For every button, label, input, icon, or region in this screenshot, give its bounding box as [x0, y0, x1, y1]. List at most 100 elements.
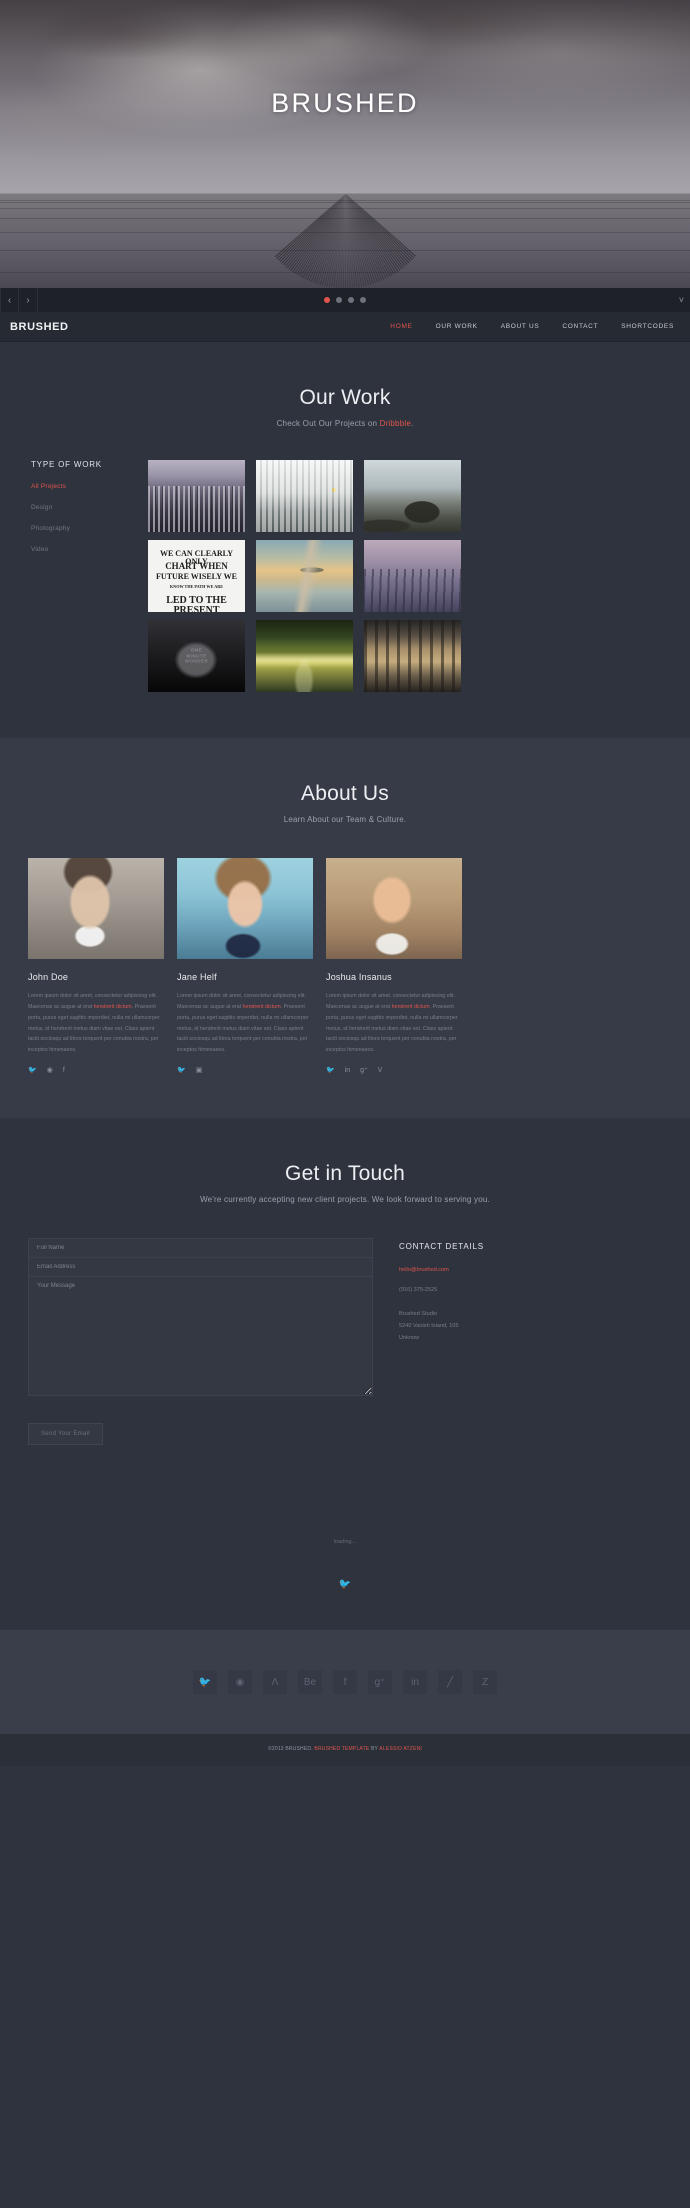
send-email-button[interactable]: Send Your Email — [28, 1423, 103, 1446]
slider-dot-4[interactable] — [360, 297, 366, 303]
team-member: Joshua Insanus Lorem ipsum dolor sit amet… — [326, 858, 462, 1074]
team-member-photo — [28, 858, 164, 959]
team-member: John Doe Lorem ipsum dolor sit amet, cons… — [28, 858, 164, 1074]
contact-form: Send Your Email — [28, 1238, 373, 1446]
googleplus-icon[interactable]: g⁺ — [360, 1067, 368, 1074]
instagram-icon[interactable]: ▣ — [196, 1067, 203, 1074]
team-member-name: John Doe — [28, 972, 69, 982]
hero-title: BRUSHED — [271, 88, 419, 118]
team-list: John Doe Lorem ipsum dolor sit amet, cons… — [28, 858, 662, 1074]
brand-logo[interactable]: BRUSHED — [10, 321, 69, 333]
contact-email-link[interactable]: hello@brushed.com — [399, 1267, 662, 1273]
main-navbar: BRUSHED HOME OUR WORK ABOUT US CONTACT SHORT… — [0, 312, 690, 342]
team-member-name: Jane Helf — [177, 972, 217, 982]
contact-details-heading: CONTACT DETAILS — [399, 1242, 484, 1252]
nav-item-about-us[interactable]: ABOUT US — [501, 323, 540, 330]
address-line-1: Brushed Studio — [399, 1311, 438, 1318]
facebook-icon[interactable]: f — [63, 1067, 65, 1074]
dribbble-icon[interactable]: ◉ — [228, 1670, 252, 1695]
portfolio-item-one-minute-wonder[interactable]: ONE MINUTE WONDER — [148, 620, 245, 692]
team-member-bio: Lorem ipsum dolor sit amet, consectetur … — [28, 991, 164, 1056]
about-us-subtitle: Learn About our Team & Culture. — [283, 815, 407, 824]
filter-video[interactable]: Video — [31, 546, 140, 553]
author-link[interactable]: ALESSIO ATZENI — [379, 1746, 422, 1752]
bio-text-end: . Praesent porta, purus eget sagittis im… — [326, 1003, 458, 1054]
nav-item-home[interactable]: HOME — [390, 323, 412, 330]
filter-list: All Projects Design Photography Video — [31, 483, 140, 553]
portfolio-thumbnail-image — [148, 460, 245, 532]
team-member: Jane Helf Lorem ipsum dolor sit amet, con… — [177, 858, 313, 1074]
vimeo-icon[interactable]: V — [378, 1067, 383, 1074]
bio-highlight[interactable]: hendrerit dictum — [243, 1004, 281, 1010]
nav-item-shortcodes[interactable]: SHORTCODES — [621, 323, 674, 330]
portfolio-item-mountain-peak-climber[interactable] — [364, 460, 461, 532]
forrst-icon[interactable]: Λ — [263, 1670, 287, 1695]
portfolio-item-cityscape-aerial[interactable] — [148, 460, 245, 532]
bio-text-end: . Praesent porta, purus eget sagittis im… — [177, 1003, 309, 1054]
zerply-icon[interactable]: Z — [473, 1670, 497, 1695]
googleplus-icon[interactable]: g⁺ — [368, 1670, 392, 1695]
bio-highlight[interactable]: hendrerit dictum — [94, 1004, 132, 1010]
slider-dot-1[interactable] — [324, 297, 330, 303]
portfolio-thumbnail-image: WE CAN CLEARLY ONLY CHART WHEN FUTURE WISE… — [148, 540, 245, 612]
portfolio-thumbnail-image — [256, 620, 353, 692]
template-link[interactable]: BRUSHED TEMPLATE — [314, 1746, 369, 1752]
twitter-icon[interactable]: 🐦 — [28, 1067, 37, 1074]
contact-layout: Send Your Email CONTACT DETAILS hello@br… — [28, 1238, 662, 1446]
linkedin-icon[interactable]: in — [403, 1670, 427, 1695]
email-address-input[interactable] — [28, 1257, 373, 1278]
poster-line: KNOW THE PATH WE ARE — [169, 583, 224, 589]
portfolio-thumbnail-image — [364, 540, 461, 612]
dribbble-icon[interactable]: ◉ — [47, 1067, 53, 1074]
portfolio-item-typography-poster[interactable]: WE CAN CLEARLY ONLY CHART WHEN FUTURE WISE… — [148, 540, 245, 612]
hero-slider: BRUSHED — [0, 0, 690, 288]
twitter-icon[interactable]: 🐦 — [177, 1067, 186, 1074]
full-name-input[interactable] — [28, 1238, 373, 1259]
filter-all-projects[interactable]: All Projects — [31, 483, 140, 490]
our-work-subtitle-text: Check Out Our Projects on — [276, 419, 380, 428]
copyright-prefix: ©2013 BRUSHED. — [267, 1746, 315, 1753]
our-work-subtitle: Check Out Our Projects on Dribbble. — [0, 419, 690, 428]
bio-highlight[interactable]: hendrerit dictum — [392, 1004, 430, 1010]
work-filter-sidebar: TYPE OF WORK All Projects Design Photograp… — [28, 460, 140, 692]
portfolio-item-wooden-boardwalk[interactable] — [364, 540, 461, 612]
slider-control-bar: ‹ › ˅ — [0, 288, 690, 312]
behance-icon[interactable]: Be — [298, 1670, 322, 1695]
team-member-socials: 🐦 in g⁺ V — [326, 1067, 462, 1074]
nav-item-contact[interactable]: CONTACT — [562, 323, 598, 330]
twitter-icon[interactable]: 🐦 — [326, 1067, 335, 1074]
slider-dot-2[interactable] — [336, 297, 342, 303]
copyright-middle: BY — [369, 1746, 380, 1753]
twitter-icon[interactable]: 🐦 — [193, 1670, 217, 1695]
filter-photography[interactable]: Photography — [31, 525, 140, 532]
linkedin-icon[interactable]: in — [345, 1067, 350, 1074]
our-work-container: TYPE OF WORK All Projects Design Photograp… — [28, 460, 662, 692]
work-layout: TYPE OF WORK All Projects Design Photograp… — [28, 460, 662, 692]
dribbble-link[interactable]: Dribbble — [380, 419, 411, 428]
poster-line: LED TO THE PRESENT — [166, 595, 227, 613]
portfolio-item-lake-pier-sunset[interactable] — [256, 540, 353, 612]
pencil-icon[interactable]: ╱ — [438, 1670, 462, 1695]
portfolio-thumbnail-image — [364, 460, 461, 532]
our-work-title: Our Work — [299, 386, 391, 409]
facebook-icon[interactable]: f — [333, 1670, 357, 1695]
slider-collapse-toggle[interactable]: ˅ — [679, 295, 684, 305]
slider-dot-3[interactable] — [348, 297, 354, 303]
team-member-name: Joshua Insanus — [326, 972, 392, 982]
message-textarea[interactable] — [28, 1276, 373, 1397]
team-member-socials: 🐦 ▣ — [177, 1067, 313, 1074]
poster-line: FUTURE WISELY WE — [156, 572, 237, 581]
contact-container: Send Your Email CONTACT DETAILS hello@br… — [28, 1238, 662, 1446]
portfolio-item-corridor-perspective[interactable] — [364, 620, 461, 692]
nav-item-our-work[interactable]: OUR WORK — [436, 323, 478, 330]
portfolio-thumbnail-image — [256, 460, 353, 532]
address-line-2: 5240 Vanish Island, 105 — [399, 1322, 459, 1329]
portfolio-item-office-interior[interactable] — [256, 460, 353, 532]
contact-section: Get in Touch We're currently accepting n… — [0, 1118, 690, 1496]
team-member-photo — [177, 858, 313, 959]
address-line-3: Unknow — [399, 1334, 420, 1341]
portfolio-item-road-at-dusk[interactable] — [256, 620, 353, 692]
copyright-text: ©2013 BRUSHED. BRUSHED TEMPLATE BY ALESS… — [0, 1746, 690, 1752]
filter-design[interactable]: Design — [31, 504, 140, 511]
portfolio-thumbnail-image — [364, 620, 461, 692]
